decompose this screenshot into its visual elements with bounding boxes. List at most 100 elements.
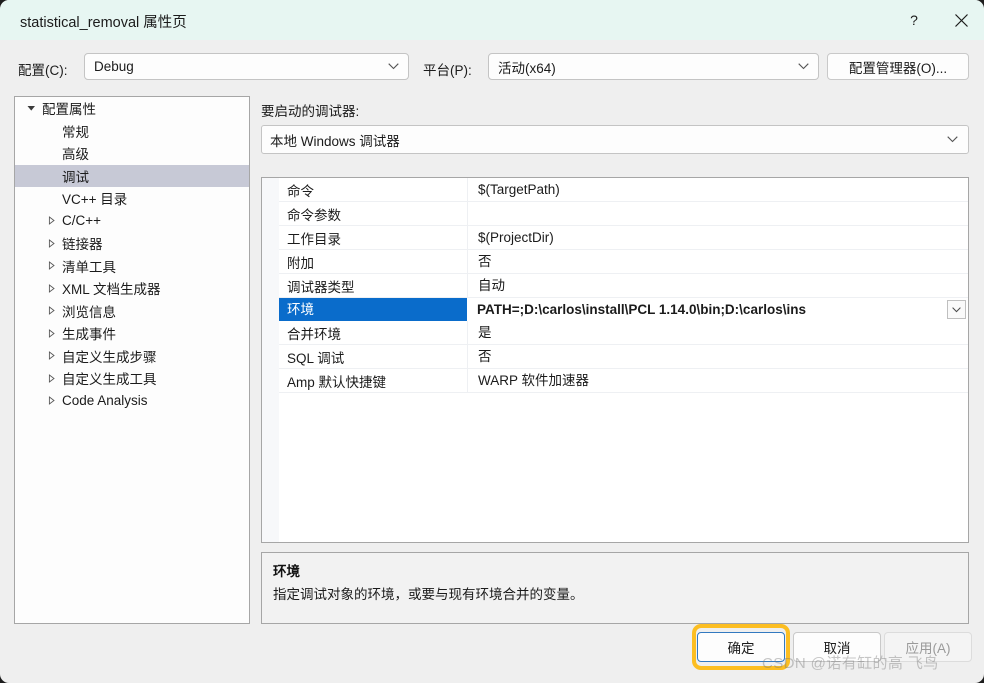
- tree-item-6[interactable]: 链接器: [15, 232, 249, 255]
- tree-item-label: 生成事件: [62, 327, 116, 343]
- property-grid-rows: 命令 $(TargetPath) 命令参数 工作目录 $(ProjectDir) 附加否调…: [279, 178, 968, 393]
- tree-item-label: XML 文档生成器: [62, 282, 161, 298]
- chevron-down-icon: [388, 54, 399, 79]
- tree-item-label: 配置属性: [42, 102, 96, 118]
- chevron-collapsed-icon: [41, 396, 61, 406]
- tree-item-9[interactable]: 浏览信息: [15, 300, 249, 323]
- property-value[interactable]: $(ProjectDir): [467, 226, 968, 249]
- configuration-manager-label: 配置管理器(O)...: [848, 60, 948, 76]
- tree-item-label: 清单工具: [62, 259, 116, 275]
- property-pages-dialog: statistical_removal 属性页 ? 配置(C): Debug 平…: [0, 0, 984, 683]
- property-row[interactable]: 工作目录 $(ProjectDir): [279, 226, 968, 250]
- platform-value: 活动(x64): [498, 60, 556, 76]
- property-value[interactable]: 自动: [467, 274, 968, 297]
- property-name: 环境: [279, 298, 467, 321]
- tree-item-3[interactable]: 调试: [15, 164, 249, 187]
- property-name: Amp 默认快捷键: [287, 374, 387, 390]
- tree-item-label: 浏览信息: [62, 304, 116, 320]
- property-row[interactable]: 附加 否: [279, 250, 968, 274]
- property-name: 附加: [287, 255, 314, 271]
- tree-item-12[interactable]: 自定义生成工具: [15, 367, 249, 390]
- apply-button-label: 应用(A): [905, 641, 951, 656]
- tree-item-label: 高级: [62, 147, 89, 163]
- property-value[interactable]: [467, 202, 968, 225]
- property-tree[interactable]: 配置属性常规高级调试 VC++ 目录 C/C++ 链接器清单工具 XML 文档生成器 浏览…: [14, 96, 250, 624]
- tree-item-label: 自定义生成工具: [62, 372, 157, 388]
- debugger-to-launch-select[interactable]: 本地 Windows 调试器: [261, 125, 969, 154]
- property-value-dropdown-icon[interactable]: [947, 300, 966, 319]
- property-grid[interactable]: 命令 $(TargetPath) 命令参数 工作目录 $(ProjectDir) 附加否调…: [261, 177, 969, 543]
- chevron-collapsed-icon: [41, 283, 61, 293]
- title-bar: statistical_removal 属性页 ?: [0, 0, 984, 40]
- tree-item-label: 自定义生成步骤: [62, 349, 157, 365]
- property-value[interactable]: 否: [467, 250, 968, 273]
- description-body: 指定调试对象的环境，或要与现有环境合并的变量。: [273, 587, 584, 602]
- property-row[interactable]: 命令 $(TargetPath): [279, 178, 968, 202]
- chevron-down-icon: [798, 54, 809, 79]
- debugger-to-launch-value: 本地 Windows 调试器: [270, 133, 400, 149]
- property-row[interactable]: SQL 调试 否: [279, 345, 968, 369]
- tree-item-label: 常规: [62, 124, 89, 140]
- debugger-to-launch-label: 要启动的调试器:: [261, 104, 360, 119]
- property-value[interactable]: 是: [467, 321, 968, 344]
- tree-item-5[interactable]: C/C++: [15, 210, 249, 233]
- property-row[interactable]: 调试器类型 自动: [279, 274, 968, 298]
- property-value[interactable]: 否: [467, 345, 968, 368]
- help-glyph: ?: [910, 12, 918, 28]
- property-name: 调试器类型: [287, 279, 355, 295]
- property-row[interactable]: 命令参数: [279, 202, 968, 226]
- property-row[interactable]: 环境 PATH=;D:\carlos\install\PCL 1.14.0\bin…: [279, 298, 968, 321]
- tree-item-4[interactable]: VC++ 目录: [15, 187, 249, 210]
- property-name: 命令: [287, 183, 314, 199]
- tree-item-label: VC++ 目录: [62, 192, 128, 208]
- property-name: 命令参数: [287, 207, 341, 223]
- tree-item-10[interactable]: 生成事件: [15, 322, 249, 345]
- property-tree-list: 配置属性常规高级调试 VC++ 目录 C/C++ 链接器清单工具 XML 文档生成器 浏览…: [15, 97, 249, 412]
- property-row[interactable]: 合并环境 是: [279, 321, 968, 345]
- chevron-expanded-icon: [21, 104, 41, 113]
- configuration-select[interactable]: Debug: [84, 53, 409, 80]
- tree-item-13[interactable]: Code Analysis: [15, 390, 249, 413]
- configuration-label: 配置(C):: [18, 63, 68, 78]
- help-icon[interactable]: ?: [891, 0, 937, 40]
- tree-item-1[interactable]: 常规: [15, 120, 249, 143]
- property-name: SQL 调试: [287, 350, 345, 366]
- chevron-collapsed-icon: [41, 238, 61, 248]
- cancel-button-label: 取消: [823, 641, 851, 656]
- chevron-collapsed-icon: [41, 351, 61, 361]
- chevron-collapsed-icon: [41, 373, 61, 383]
- window-title: statistical_removal 属性页: [20, 15, 187, 31]
- platform-label: 平台(P):: [423, 63, 472, 78]
- property-grid-gutter: [262, 178, 279, 542]
- configuration-manager-button[interactable]: 配置管理器(O)...: [827, 53, 969, 80]
- debug-settings-pane: 要启动的调试器: 本地 Windows 调试器 命令 $(TargetPath) 命…: [261, 96, 969, 624]
- configuration-value: Debug: [94, 59, 134, 74]
- tree-item-2[interactable]: 高级: [15, 142, 249, 165]
- tree-item-7[interactable]: 清单工具: [15, 255, 249, 278]
- description-title: 环境: [273, 564, 300, 579]
- tree-item-label: C/C++: [62, 213, 102, 229]
- apply-button: 应用(A): [884, 632, 972, 662]
- chevron-collapsed-icon: [41, 306, 61, 316]
- tree-item-label: Code Analysis: [62, 393, 148, 409]
- close-icon[interactable]: [938, 0, 984, 40]
- tree-item-0[interactable]: 配置属性: [15, 97, 249, 120]
- property-value[interactable]: WARP 软件加速器: [467, 369, 968, 392]
- ok-button[interactable]: 确定: [697, 632, 785, 662]
- chevron-down-icon: [947, 126, 958, 153]
- ok-button-label: 确定: [727, 641, 755, 656]
- property-value[interactable]: PATH=;D:\carlos\install\PCL 1.14.0\bin;D…: [467, 298, 968, 321]
- platform-select[interactable]: 活动(x64): [488, 53, 819, 80]
- property-value[interactable]: $(TargetPath): [467, 178, 968, 201]
- description-panel: 环境 指定调试对象的环境，或要与现有环境合并的变量。: [261, 552, 969, 624]
- chevron-collapsed-icon: [41, 261, 61, 271]
- tree-item-8[interactable]: XML 文档生成器: [15, 277, 249, 300]
- chevron-collapsed-icon: [41, 328, 61, 338]
- property-row[interactable]: Amp 默认快捷键 WARP 软件加速器: [279, 369, 968, 393]
- cancel-button[interactable]: 取消: [793, 632, 881, 662]
- tree-item-label: 调试: [62, 169, 89, 185]
- property-name: 工作目录: [287, 231, 341, 247]
- tree-item-11[interactable]: 自定义生成步骤: [15, 345, 249, 368]
- chevron-collapsed-icon: [41, 216, 61, 226]
- property-name: 合并环境: [287, 326, 341, 342]
